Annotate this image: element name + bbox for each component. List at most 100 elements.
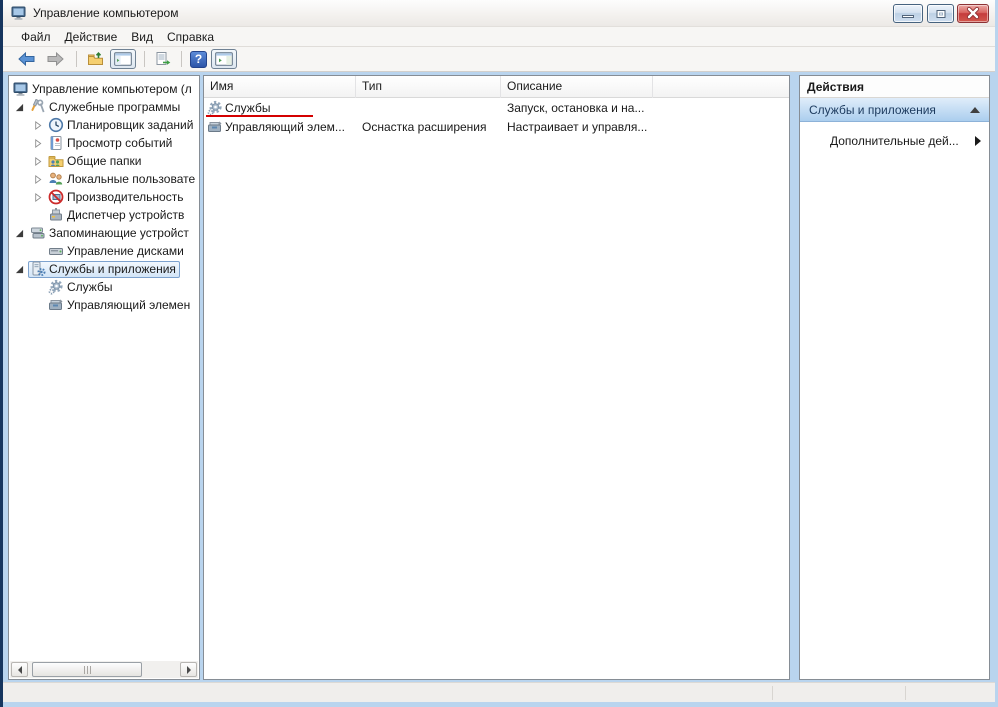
disk-management-icon — [48, 243, 64, 259]
status-separator — [772, 686, 773, 700]
column-header-name[interactable]: Имя — [204, 76, 356, 98]
horizontal-scrollbar[interactable] — [10, 661, 198, 678]
scroll-right-icon — [187, 666, 191, 674]
event-viewer-icon — [48, 135, 64, 151]
minimize-button[interactable] — [893, 4, 923, 23]
arrow-left-icon — [16, 51, 37, 67]
tree-item-device-manager[interactable]: Диспетчер устройств — [9, 206, 199, 224]
actions-section-label: Службы и приложения — [809, 103, 970, 117]
tree-item-label: Локальные пользовате — [67, 172, 195, 186]
tree-item-performance[interactable]: Производительность — [9, 188, 199, 206]
tree-item-label: Службы — [67, 280, 112, 294]
list-cell-type: Оснастка расширения — [356, 120, 501, 134]
expander-collapsed-icon[interactable] — [29, 121, 46, 130]
tree-item-label: Управление дисками — [67, 244, 184, 258]
more-actions-label: Дополнительные дей... — [830, 134, 975, 148]
computer-icon — [13, 81, 29, 97]
tree-item-disk-management[interactable]: Управление дисками — [9, 242, 199, 260]
list-header: Имя Тип Описание — [204, 76, 789, 98]
expander-collapsed-icon[interactable] — [29, 193, 46, 202]
column-header-description[interactable]: Описание — [501, 76, 653, 98]
tree-item-event-viewer[interactable]: Просмотр событий — [9, 134, 199, 152]
tree-item-label: Диспетчер устройств — [67, 208, 184, 222]
actions-title: Действия — [800, 76, 989, 98]
expander-expanded-icon[interactable] — [11, 229, 28, 238]
window-frame-edge — [0, 0, 3, 707]
column-header-type[interactable]: Тип — [356, 76, 501, 98]
menu-help[interactable]: Справка — [160, 27, 221, 47]
action-pane-window-icon — [215, 52, 233, 66]
performance-icon — [48, 189, 64, 205]
list-row-services[interactable]: Службы Запуск, остановка и на... — [204, 98, 789, 117]
export-list-button[interactable] — [153, 49, 173, 69]
tree-item-label: Служебные программы — [49, 100, 180, 114]
list-row-wmi-control[interactable]: Управляющий элем... Оснастка расширения … — [204, 117, 789, 136]
tree-item-label: Управляющий элемен — [67, 298, 190, 312]
collapse-arrow-icon[interactable] — [970, 107, 980, 113]
close-button[interactable] — [957, 4, 989, 23]
tree-item-label: Просмотр событий — [67, 136, 172, 150]
restore-button[interactable] — [927, 4, 954, 23]
expander-collapsed-icon[interactable] — [29, 157, 46, 166]
status-bar — [3, 682, 995, 702]
tree-item-services[interactable]: Службы — [9, 278, 199, 296]
more-actions-item[interactable]: Дополнительные дей... — [800, 134, 989, 148]
scroll-left-button[interactable] — [11, 662, 28, 677]
scrollbar-grip-icon — [87, 666, 88, 674]
list-cell-description: Запуск, остановка и на... — [501, 101, 653, 115]
expander-expanded-icon[interactable] — [11, 103, 28, 112]
console-tree-window-icon — [114, 52, 132, 66]
folder-up-icon — [87, 51, 104, 67]
menu-file[interactable]: Файл — [14, 27, 58, 47]
expander-collapsed-icon[interactable] — [29, 139, 46, 148]
console-tree: Управление компьютером (л Служебные прог… — [9, 76, 199, 314]
tree-item-label: Запоминающие устройст — [49, 226, 189, 240]
close-icon — [958, 5, 988, 22]
scroll-left-icon — [18, 666, 22, 674]
action-pane-toggle-button[interactable] — [211, 49, 237, 69]
list-cell-description: Настраивает и управля... — [501, 120, 653, 134]
title-bar[interactable]: Управление компьютером — [3, 0, 995, 27]
toolbar-separator — [181, 51, 182, 67]
toolbar-separator — [144, 51, 145, 67]
submenu-arrow-icon — [975, 136, 981, 146]
status-separator — [905, 686, 906, 700]
tree-item-local-users[interactable]: Локальные пользовате — [9, 170, 199, 188]
console-tree-panel: Управление компьютером (л Служебные прог… — [8, 75, 200, 680]
back-button[interactable] — [14, 49, 39, 69]
list-cell-name: Службы — [225, 101, 270, 115]
up-level-button[interactable] — [85, 49, 106, 69]
task-scheduler-icon — [48, 117, 64, 133]
menu-action[interactable]: Действие — [58, 27, 125, 47]
restore-icon — [936, 10, 945, 18]
storage-icon — [30, 225, 46, 241]
app-icon — [11, 5, 27, 21]
tree-item-label: Планировщик заданий — [67, 118, 193, 132]
list-export-icon — [155, 51, 171, 67]
actions-section-header[interactable]: Службы и приложения — [800, 98, 989, 122]
toolbar-separator — [76, 51, 77, 67]
tree-item-label: Управление компьютером (л — [32, 82, 192, 96]
tree-item-shared-folders[interactable]: Общие папки — [9, 152, 199, 170]
tree-item-system-tools[interactable]: Служебные программы — [9, 98, 199, 116]
wmi-control-icon — [207, 119, 223, 135]
help-button[interactable]: ? — [190, 51, 207, 68]
tree-item-task-scheduler[interactable]: Планировщик заданий — [9, 116, 199, 134]
scroll-right-button[interactable] — [180, 662, 197, 677]
expander-collapsed-icon[interactable] — [29, 175, 46, 184]
forward-button[interactable] — [43, 49, 68, 69]
tree-item-wmi-control[interactable]: Управляющий элемен — [9, 296, 199, 314]
window-title: Управление компьютером — [33, 6, 178, 20]
device-manager-icon — [48, 207, 64, 223]
wmi-control-icon — [48, 297, 64, 313]
console-tree-toggle-button[interactable] — [110, 49, 136, 69]
scrollbar-thumb[interactable] — [32, 662, 142, 677]
tree-item-storage[interactable]: Запоминающие устройст — [9, 224, 199, 242]
column-header-empty[interactable] — [653, 76, 789, 98]
menu-view[interactable]: Вид — [124, 27, 160, 47]
tree-item-services-apps[interactable]: Службы и приложения — [9, 260, 199, 278]
services-gear-icon — [207, 100, 223, 116]
tree-item-computer-management[interactable]: Управление компьютером (л — [9, 80, 199, 98]
selected-tree-item[interactable]: Службы и приложения — [28, 261, 180, 278]
expander-expanded-icon[interactable] — [11, 265, 28, 274]
